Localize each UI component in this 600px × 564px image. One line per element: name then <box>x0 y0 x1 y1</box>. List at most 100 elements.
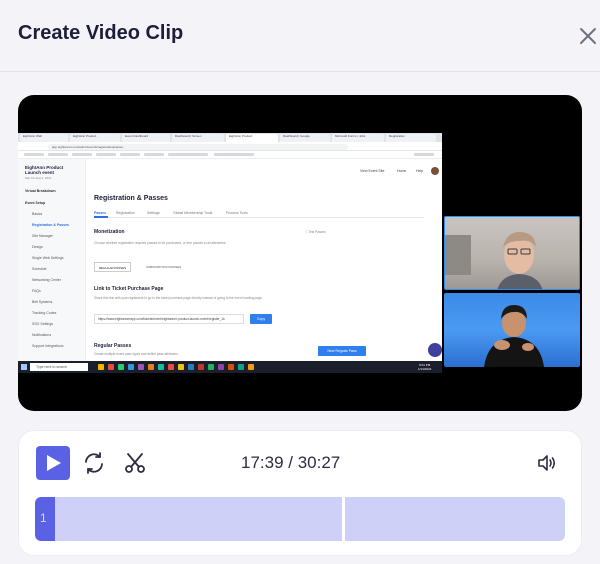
app-content: View Event Site Home Help Registration &… <box>86 159 442 361</box>
copy-button: Copy <box>250 314 272 324</box>
playhead-marker[interactable] <box>342 497 345 541</box>
app-icon <box>188 364 194 370</box>
app-icon <box>228 364 234 370</box>
close-button[interactable] <box>578 26 598 46</box>
app-icon <box>138 364 144 370</box>
sidebar-item: Event Setup <box>25 201 46 205</box>
browser-tab: Microsoft Forms | Jobs <box>332 134 384 142</box>
time-display: 17:39 / 30:27 <box>241 453 341 472</box>
browser-tab: Dashboard | Google <box>280 134 330 142</box>
play-icon <box>47 455 61 471</box>
volume-button[interactable] <box>537 453 557 473</box>
subtab-membership: Global Membership Tools <box>173 211 213 215</box>
sidebar-item: Networking Center <box>32 278 61 282</box>
subtab-passes: Passes <box>94 211 107 215</box>
address-url: app.eightanner.com/admin/events/registra… <box>48 143 348 150</box>
close-icon <box>580 28 596 44</box>
browser-tab-bar: EightAnn Wall EightAnn Product Event Das… <box>18 133 442 142</box>
home-link: Home <box>397 169 407 173</box>
regular-passes-text: Create multiple event pass types and def… <box>94 352 179 356</box>
app-sidebar: EightAnn Product Launch event Mar 19-Aug… <box>18 159 86 361</box>
sidebar-item: Virtual Breakdown <box>25 189 56 193</box>
clock-date: 1/14/2022 <box>418 367 432 371</box>
regular-passes-title: Regular Passes <box>94 343 132 349</box>
play-button[interactable] <box>36 446 70 480</box>
link-text: Share this link with your registrants to… <box>94 296 263 300</box>
app-icon <box>238 364 244 370</box>
shared-app: EightAnn Product Launch event Mar 19-Aug… <box>18 159 442 361</box>
app-icon <box>248 364 254 370</box>
person-icon <box>484 305 544 367</box>
browser-address-bar: app.eightanner.com/admin/events/registra… <box>18 142 442 151</box>
person-icon <box>445 231 543 289</box>
dialog-header: Create Video Clip <box>0 0 600 72</box>
subtab-process: Process Tools <box>226 211 248 215</box>
sidebar-item: Tracking Codes <box>32 311 57 315</box>
app-icon <box>148 364 154 370</box>
volume-icon <box>538 455 556 471</box>
webcam-feed-2 <box>444 293 580 367</box>
chat-fab-icon <box>428 343 442 357</box>
player-controls: 17:39 / 30:27 1 <box>18 430 582 556</box>
app-icon <box>108 364 114 370</box>
screen-recording: EightAnn Wall EightAnn Product Event Das… <box>18 133 582 373</box>
scissors-icon <box>125 453 145 473</box>
taskbar-clock: 8:01 PM 1/14/2022 <box>418 363 431 371</box>
view-site-link: View Event Site <box>360 169 385 173</box>
bookmarks-bar <box>18 151 442 159</box>
app-icon <box>208 364 214 370</box>
sidebar-item: Design <box>32 245 43 249</box>
loop-button[interactable] <box>82 451 106 475</box>
sidebar-item: Notifications <box>32 333 52 337</box>
sidebar-item: Schedule <box>32 267 47 271</box>
sidebar-item: Basics <box>32 212 43 216</box>
subtab-registration: Registration <box>116 211 135 215</box>
sidebar-item: Registration & Passes <box>32 223 69 227</box>
browser-tab-active: EightAnn Product <box>226 134 278 142</box>
subtab-settings: Settings <box>147 211 160 215</box>
loop-icon <box>85 452 103 474</box>
webcam-feed-1 <box>444 216 580 290</box>
app-brand: EightAnn Product Launch event <box>25 165 64 175</box>
new-regular-pass-button: New Regular Pass <box>318 346 366 356</box>
clip-number: 1 <box>40 511 47 525</box>
help-link: Help <box>416 169 424 173</box>
dialog-title: Create Video Clip <box>18 22 184 44</box>
app-icon <box>168 364 174 370</box>
windows-start-icon <box>21 364 27 370</box>
regular-passes-pill: REGULAR PASSES <box>94 262 132 272</box>
taskbar-search: Type here to search <box>30 363 88 371</box>
windows-taskbar: Type here to search 8:01 PM 1/14/2022 <box>18 361 442 373</box>
browser-tab: EightAnn Product <box>70 134 120 142</box>
sidebar-item: Support Integrations <box>32 344 64 348</box>
app-brand-date: Mar 19-Aug 2, 2021 <box>25 176 52 180</box>
link-title: Link to Ticket Purchase Page <box>94 286 164 292</box>
monetization-text: Choose whether registration requires pas… <box>94 241 227 245</box>
cut-button[interactable] <box>123 451 147 475</box>
browser-tab: Event Dashboard <box>122 134 170 142</box>
avatar <box>431 167 439 175</box>
app-icon <box>128 364 134 370</box>
video-preview[interactable]: EightAnn Wall EightAnn Product Event Das… <box>18 95 582 411</box>
browser-tab: EightAnn Wall <box>20 134 68 142</box>
app-icon <box>218 364 224 370</box>
browser-tab: Registration <box>386 134 436 142</box>
ticket-link-field: https://www.eightannerapp.com/tickets/ev… <box>94 314 244 324</box>
app-icon <box>118 364 124 370</box>
browser-tab: Dashboard | Screen <box>172 134 224 142</box>
app-icon <box>158 364 164 370</box>
sidebar-item: Single Web Settings <box>32 256 64 260</box>
sidebar-item: SSO Settings <box>32 322 54 326</box>
monetization-side: i. Test Passes <box>306 230 326 234</box>
page-title: Registration & Passes <box>94 195 168 202</box>
sidebar-item: FAQs <box>32 289 41 293</box>
clip-timeline[interactable]: 1 <box>35 497 565 541</box>
clip-start-handle[interactable]: 1 <box>35 497 55 541</box>
folder-icon <box>98 364 104 370</box>
monetization-title: Monetization <box>94 229 125 235</box>
app-icon <box>178 364 184 370</box>
sidebar-item: Bell Systems <box>32 300 53 304</box>
sidebar-item: Site Manager <box>32 234 53 238</box>
app-icon <box>198 364 204 370</box>
subscription-passes-pill: SUBSCRIPTION PASSES <box>146 265 182 269</box>
